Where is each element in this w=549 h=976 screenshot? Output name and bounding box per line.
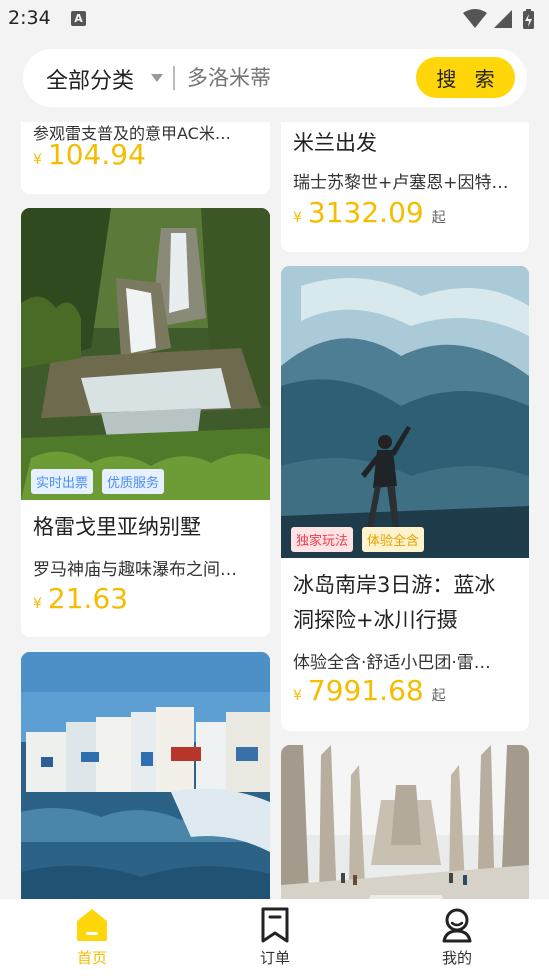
card-title-line1: 冰岛南岸3日游：蓝冰	[293, 573, 496, 597]
tab-label: 我的	[441, 949, 472, 967]
tab-home[interactable]: 首页	[52, 907, 132, 969]
product-card[interactable]	[21, 652, 270, 899]
card-price: ¥21.63	[33, 582, 128, 615]
cathedral-rooftop-photo	[281, 745, 529, 899]
notification-a-icon: A	[71, 11, 86, 26]
dropdown-arrow-icon[interactable]	[151, 74, 163, 82]
tag-badge: 优质服务	[102, 469, 165, 494]
search-bar: 全部分类 搜 索	[23, 49, 527, 107]
price-suffix: 起	[431, 210, 446, 226]
currency-symbol: ¥	[33, 596, 42, 612]
product-card[interactable]: 实时出票 优质服务 格雷戈里亚纳别墅 罗马神庙与趣味瀑布之间… ¥21.63	[21, 208, 270, 637]
price-value: 7991.68	[307, 674, 424, 707]
price-value: 3132.09	[307, 196, 424, 229]
search-input[interactable]	[187, 63, 407, 93]
tab-orders[interactable]: 订单	[235, 907, 315, 969]
card-subtitle: 罗马神庙与趣味瀑布之间…	[33, 560, 237, 580]
product-card[interactable]: 独家玩法 体验全含 冰岛南岸3日游：蓝冰 洞探险+冰川行摄 体验全含·舒适小巴团…	[281, 266, 529, 731]
product-card[interactable]: 参观雷支普及的意甲AC米… ¥104.94	[21, 122, 270, 194]
tag-group: 独家玩法 体验全含	[291, 527, 529, 553]
card-price: ¥3132.09 起	[293, 196, 446, 229]
wifi-icon	[463, 9, 487, 28]
card-subtitle: 瑞士苏黎世+卢塞恩+因特…	[293, 173, 509, 193]
product-card[interactable]	[281, 745, 529, 899]
tag-badge: 体验全含	[362, 527, 425, 552]
card-subtitle: 体验全含·舒适小巴团·雷…	[293, 653, 491, 673]
waterfall-photo	[21, 208, 270, 500]
bottom-tab-bar: 首页 订单 我的	[0, 899, 549, 976]
currency-symbol: ¥	[293, 688, 302, 704]
signal-icon	[494, 10, 512, 28]
search-divider	[173, 66, 175, 90]
price-suffix: 起	[431, 688, 446, 704]
price-value: 104.94	[47, 138, 146, 171]
card-title: 格雷戈里亚纳别墅	[33, 515, 201, 539]
tag-badge: 实时出票	[31, 469, 94, 494]
coastal-village-photo	[21, 652, 270, 899]
tab-label: 订单	[259, 949, 290, 967]
search-button[interactable]: 搜 索	[416, 57, 515, 98]
price-value: 21.63	[47, 582, 129, 615]
currency-symbol: ¥	[33, 152, 42, 168]
card-title: 米兰出发	[293, 131, 377, 155]
status-time: 2:34	[8, 7, 51, 29]
user-icon	[442, 908, 472, 943]
product-feed[interactable]: 参观雷支普及的意甲AC米… ¥104.94 米兰出发 瑞士苏黎世+卢塞恩+因特……	[0, 122, 549, 899]
ice-cave-photo	[281, 266, 529, 558]
product-card[interactable]: 米兰出发 瑞士苏黎世+卢塞恩+因特… ¥3132.09 起	[281, 122, 529, 252]
card-price: ¥7991.68 起	[293, 674, 446, 707]
bookmark-icon	[261, 907, 289, 943]
card-price: ¥104.94	[33, 138, 146, 171]
currency-symbol: ¥	[293, 210, 302, 226]
tab-profile[interactable]: 我的	[417, 907, 497, 969]
home-icon	[77, 909, 107, 941]
tab-label: 首页	[76, 949, 107, 967]
system-icons	[463, 9, 534, 29]
tag-group: 实时出票 优质服务	[31, 469, 270, 495]
category-selector[interactable]: 全部分类	[46, 63, 134, 95]
status-bar: 2:34 A	[0, 0, 549, 38]
tag-badge: 独家玩法	[291, 527, 354, 552]
card-title-line2: 洞探险+冰川行摄	[293, 608, 458, 632]
